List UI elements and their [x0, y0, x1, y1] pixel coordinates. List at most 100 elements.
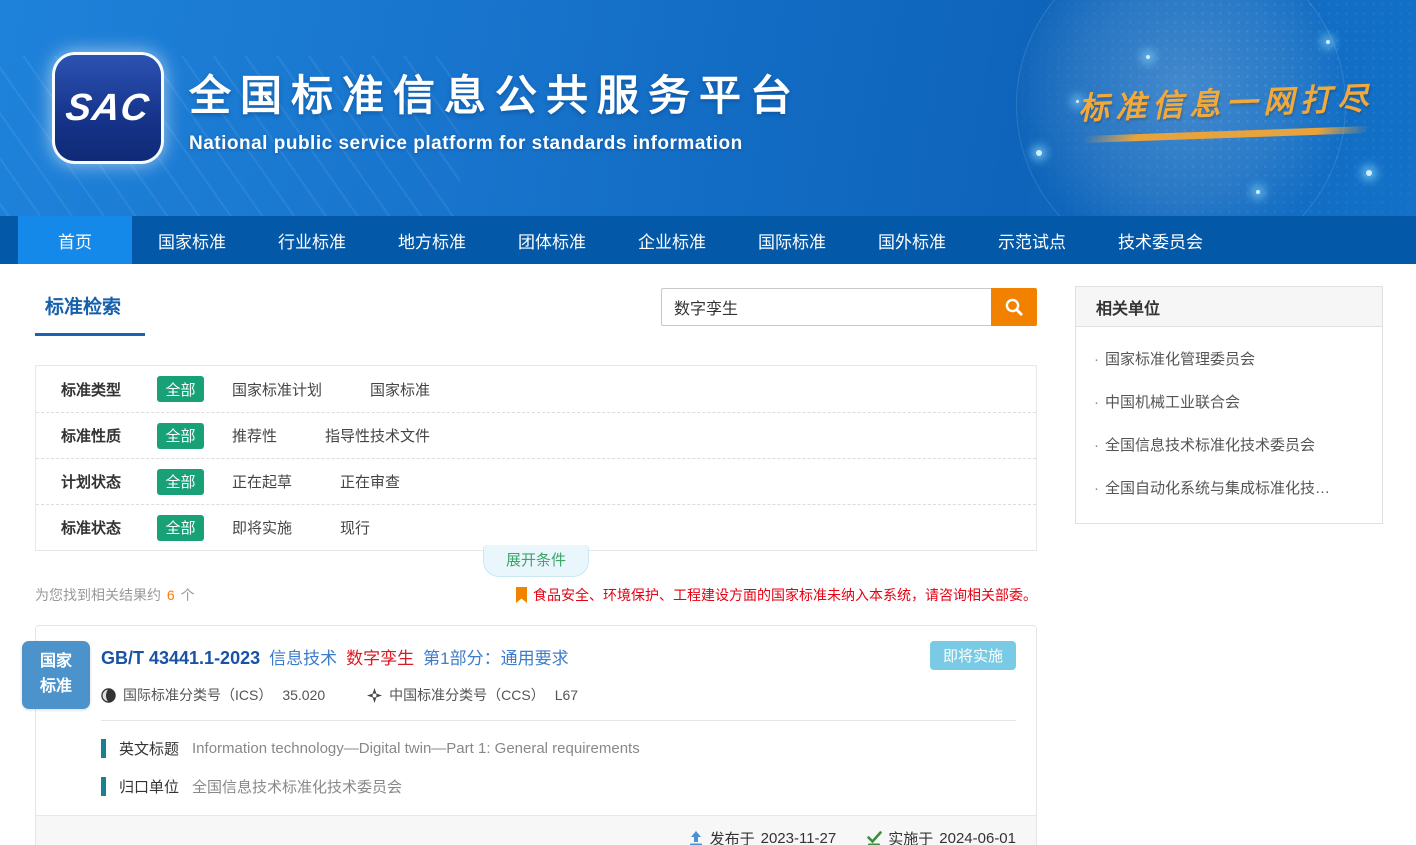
teal-bar-decoration — [101, 777, 106, 796]
site-title: 全国标准信息公共服务平台 — [189, 62, 801, 123]
results-row: 为您找到相关结果约 6 个 食品安全、环境保护、工程建设方面的国家标准未纳入本系… — [35, 585, 1037, 605]
publish-date: 2023-11-27 — [761, 830, 837, 845]
nav-item-technical-committees[interactable]: 技术委员会 — [1092, 216, 1229, 264]
nav-item-pilot-demo[interactable]: 示范试点 — [972, 216, 1092, 264]
related-unit-label: 全国自动化系统与集成标准化技… — [1105, 480, 1330, 497]
filter-option[interactable]: 推荐性 — [232, 425, 277, 446]
related-unit-link[interactable]: · 中国机械工业联合会 — [1076, 380, 1382, 423]
search-row: 标准检索 — [35, 286, 1037, 352]
department-label: 归口单位 — [119, 776, 179, 797]
filter-option[interactable]: 国家标准计划 — [232, 379, 322, 400]
filter-label: 计划状态 — [61, 471, 157, 492]
filter-all-button[interactable]: 全部 — [157, 469, 204, 495]
compass-icon — [367, 688, 389, 703]
banner-slogan-text: 标准信息一网打尽 — [1077, 73, 1374, 128]
notice: 食品安全、环境保护、工程建设方面的国家标准未纳入本系统，请咨询相关部委。 — [515, 585, 1037, 605]
filter-option[interactable]: 即将实施 — [232, 517, 292, 538]
standard-type-badge: 国家 标准 — [22, 641, 90, 709]
related-units-panel: 相关单位 ·国家标准化管理委员会 ·中国机械工业联合会 ·全国信息技术标准化技术… — [1075, 286, 1383, 524]
result-count-suffix: 个 — [181, 587, 195, 603]
filter-option[interactable]: 国家标准 — [370, 379, 430, 400]
filter-option[interactable]: 正在起草 — [232, 471, 292, 492]
ics-label: 国际标准分类号（ICS） — [123, 685, 272, 705]
ccs-label: 中国标准分类号（CCS） — [389, 685, 545, 705]
main-column: 标准检索 标准类型 — [35, 286, 1037, 845]
standard-title-part1[interactable]: 信息技术 — [269, 644, 337, 669]
nav-item-industry-standards[interactable]: 行业标准 — [252, 216, 372, 264]
search-icon — [1004, 297, 1024, 317]
publish-date-group: 发布于 2023-11-27 — [688, 828, 837, 845]
implement-date-group: 实施于 2024-06-01 — [866, 828, 1016, 845]
globe-icon — [101, 688, 123, 703]
list-bullet: · — [1094, 437, 1099, 454]
related-units-title: 相关单位 — [1076, 287, 1382, 327]
nav-item-group-standards[interactable]: 团体标准 — [492, 216, 612, 264]
status-badge: 即将实施 — [930, 641, 1016, 670]
nav-item-home[interactable]: 首页 — [18, 216, 132, 264]
filter-row-plan-status: 计划状态 全部 正在起草 正在审查 — [36, 458, 1036, 504]
filter-all-button[interactable]: 全部 — [157, 376, 204, 402]
expand-conditions-button[interactable]: 展开条件 — [483, 545, 589, 577]
site-banner: SAC 全国标准信息公共服务平台 National public service… — [0, 0, 1416, 216]
implement-date: 2024-06-01 — [939, 830, 1016, 845]
nav-item-foreign-standards[interactable]: 国外标准 — [852, 216, 972, 264]
page-title: 标准检索 — [35, 286, 145, 336]
result-count: 为您找到相关结果约 6 个 — [35, 585, 195, 605]
nav-item-enterprise-standards[interactable]: 企业标准 — [612, 216, 732, 264]
filter-option[interactable]: 现行 — [340, 517, 370, 538]
brand: SAC 全国标准信息公共服务平台 National public service… — [55, 55, 801, 161]
filter-all-button[interactable]: 全部 — [157, 423, 204, 449]
department-row: 归口单位 全国信息技术标准化技术委员会 — [101, 776, 1016, 797]
standard-title-row: GB/T 43441.1-2023 信息技术 数字孪生 第1部分：通用要求 即将… — [101, 644, 1016, 669]
card-footer: 发布于 2023-11-27 实施于 2024-06-01 — [36, 815, 1036, 845]
search-input[interactable] — [661, 288, 991, 326]
implement-check-icon — [866, 831, 888, 845]
english-title-value: Information technology—Digital twin—Part… — [192, 740, 640, 757]
filter-row-standard-type: 标准类型 全部 国家标准计划 国家标准 — [36, 366, 1036, 412]
list-bullet: · — [1094, 394, 1099, 411]
list-bullet: · — [1094, 480, 1099, 497]
sac-logo[interactable]: SAC — [55, 55, 161, 161]
english-title-label: 英文标题 — [119, 738, 179, 759]
related-unit-link[interactable]: ·全国信息技术标准化技术委员会 — [1076, 423, 1382, 466]
standard-type-badge-line2: 标准 — [40, 675, 72, 700]
notice-text: 食品安全、环境保护、工程建设方面的国家标准未纳入本系统，请咨询相关部委。 — [533, 585, 1037, 605]
related-unit-link[interactable]: · 全国自动化系统与集成标准化技… — [1076, 466, 1382, 509]
implement-label: 实施于 — [888, 828, 933, 845]
standard-code-link[interactable]: GB/T 43441.1-2023 — [101, 648, 260, 669]
card-divider — [101, 720, 1016, 721]
related-units-list: ·国家标准化管理委员会 ·中国机械工业联合会 ·全国信息技术标准化技术委员会 ·… — [1076, 327, 1382, 523]
filter-label: 标准性质 — [61, 425, 157, 446]
banner-slogan: 标准信息一网打尽 — [1078, 78, 1374, 138]
nav-item-international-standards[interactable]: 国际标准 — [732, 216, 852, 264]
related-unit-label: 国家标准化管理委员会 — [1105, 351, 1255, 368]
ics-value: 35.020 — [282, 687, 325, 703]
ccs-value: L67 — [555, 687, 578, 703]
related-unit-label: 中国机械工业联合会 — [1105, 394, 1240, 411]
main-nav: 首页 国家标准 行业标准 地方标准 团体标准 企业标准 国际标准 国外标准 示范… — [0, 216, 1416, 264]
filter-label: 标准类型 — [61, 379, 157, 400]
department-value: 全国信息技术标准化技术委员会 — [192, 776, 402, 797]
bookmark-icon — [515, 587, 528, 603]
standard-title-highlight[interactable]: 数字孪生 — [346, 644, 414, 669]
filter-row-standard-status: 标准状态 全部 即将实施 现行 — [36, 504, 1036, 550]
filter-all-button[interactable]: 全部 — [157, 515, 204, 541]
search-box — [661, 288, 1037, 326]
nav-item-local-standards[interactable]: 地方标准 — [372, 216, 492, 264]
result-card: 国家 标准 GB/T 43441.1-2023 信息技术 数字孪生 第1部分：通… — [35, 625, 1037, 845]
filter-panel: 标准类型 全部 国家标准计划 国家标准 标准性质 全部 推荐性 指导性技术文件 … — [35, 365, 1037, 551]
search-button[interactable] — [991, 288, 1037, 326]
english-title-row: 英文标题 Information technology—Digital twin… — [101, 738, 1016, 759]
classification-row: 国际标准分类号（ICS） 35.020 中国标准分类号（CCS） — [101, 685, 1016, 705]
filter-option[interactable]: 正在审查 — [340, 471, 400, 492]
filter-row-standard-nature: 标准性质 全部 推荐性 指导性技术文件 — [36, 412, 1036, 458]
publish-label: 发布于 — [710, 828, 755, 845]
related-unit-link[interactable]: ·国家标准化管理委员会 — [1076, 337, 1382, 380]
filter-option[interactable]: 指导性技术文件 — [325, 425, 430, 446]
page: SAC 全国标准信息公共服务平台 National public service… — [0, 0, 1416, 845]
site-subtitle: National public service platform for sta… — [189, 133, 801, 155]
filter-label: 标准状态 — [61, 517, 157, 538]
nav-item-national-standards[interactable]: 国家标准 — [132, 216, 252, 264]
sac-logo-text: SAC — [63, 87, 152, 130]
standard-title-part2[interactable]: 第1部分：通用要求 — [423, 644, 568, 669]
